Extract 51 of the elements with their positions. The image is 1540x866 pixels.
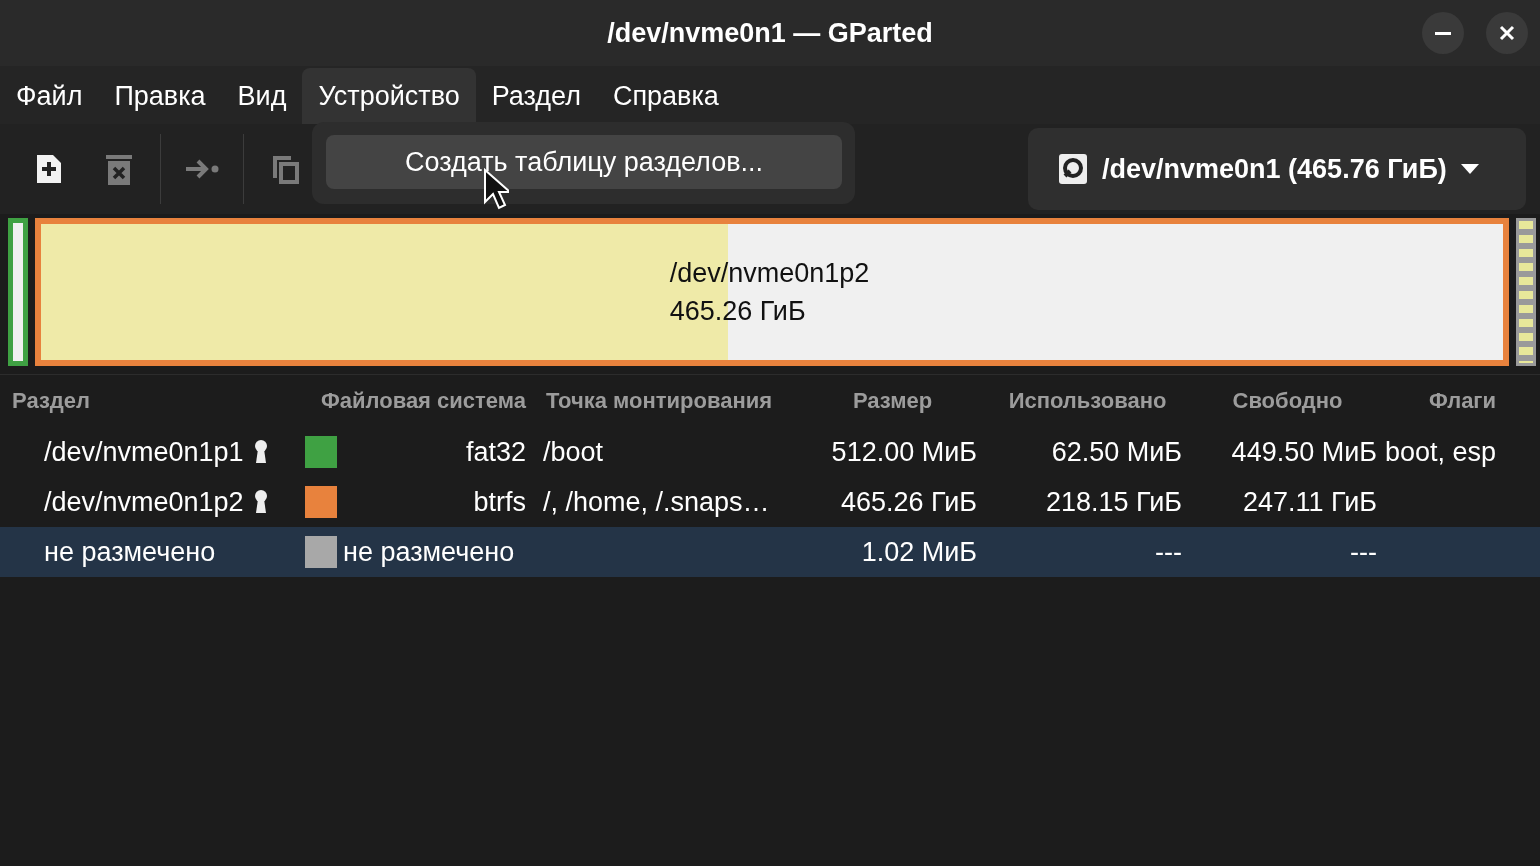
caret-icon	[1460, 164, 1479, 174]
minimize-button[interactable]	[1422, 12, 1464, 54]
table-cell: 247.11 ГиБ	[1243, 486, 1377, 517]
column-header[interactable]: Размер	[800, 388, 985, 414]
copy-icon	[271, 154, 299, 184]
table-cell: /dev/nvme0n1p2	[44, 486, 244, 518]
menu-item[interactable]: Раздел	[475, 68, 597, 124]
table-cell: 512.00 МиБ	[831, 436, 977, 467]
table-cell: 218.15 ГиБ	[1046, 486, 1182, 517]
minimize-icon	[1435, 31, 1451, 35]
table-cell: boot, esp	[1385, 436, 1497, 467]
table-cell-text: /, /home, /.snaps…	[542, 486, 770, 517]
column-header[interactable]: Точка монтирования	[540, 388, 800, 414]
table-cell-text: btrfs	[472, 486, 527, 518]
column-header[interactable]: Раздел	[0, 388, 300, 414]
table-cell: /dev/nvme0n1p1	[44, 436, 244, 468]
column-header[interactable]: Файловая система	[300, 388, 540, 414]
table-cell: 1.02 МиБ	[861, 536, 977, 567]
column-header[interactable]: Использовано	[985, 388, 1190, 414]
new-document-icon	[35, 153, 63, 185]
partition-label: /dev/nvme0n1p2	[669, 257, 870, 290]
table-cell: 62.50 МиБ	[1051, 436, 1182, 467]
table-cell: ---	[1155, 536, 1182, 567]
window-title: /dev/nvme0n1 — GParted	[607, 17, 933, 49]
device-selector[interactable]: /dev/nvme0n1 (465.76 ГиБ)	[1028, 128, 1526, 210]
table-cell: ---	[1350, 536, 1377, 567]
menu-item[interactable]: Файл	[0, 68, 99, 124]
menu-item[interactable]: Правка	[98, 68, 222, 124]
trash-icon	[105, 153, 133, 185]
arrow-dot-icon	[184, 157, 220, 181]
table-cell: 465.26 ГиБ	[841, 486, 977, 517]
close-button[interactable]	[1486, 12, 1528, 54]
column-header[interactable]: Флаги	[1385, 388, 1540, 414]
table-cell: не размечено	[44, 536, 216, 568]
table-cell-text: /boot	[542, 436, 604, 467]
partition-size: 465.26 ГиБ	[669, 295, 807, 328]
partition-segment[interactable]	[8, 218, 28, 366]
menu-item[interactable]: Вид	[221, 68, 303, 124]
table-cell-text: не размечено	[343, 536, 516, 568]
menu-item[interactable]: Устройство	[302, 68, 476, 124]
close-icon	[1499, 25, 1515, 41]
menu-item[interactable]: Создать таблицу разделов...	[326, 135, 842, 189]
table-row[interactable]: /dev/nvme0n1p2 btrfs /, /home, /.snaps… 465.26 ГиБ 218.15 ГиБ 247.11 ГиБ	[0, 477, 1540, 527]
table-cell: 449.50 МиБ	[1231, 436, 1377, 467]
partition-segment[interactable]	[1516, 218, 1536, 366]
table-row[interactable]: /dev/nvme0n1p1 fat32 /boot 512.00 МиБ 62.50 МиБ 449.50 МиБ boot, esp	[0, 427, 1540, 477]
column-header[interactable]: Свободно	[1190, 388, 1385, 414]
table-cell-text: fat32	[464, 436, 527, 468]
partition-segment[interactable]: /dev/nvme0n1p2 465.26 ГиБ	[35, 218, 1509, 366]
table-row[interactable]: не размечено не размечено 1.02 МиБ --- ---	[0, 527, 1540, 577]
menu-item[interactable]: Справка	[596, 68, 735, 124]
